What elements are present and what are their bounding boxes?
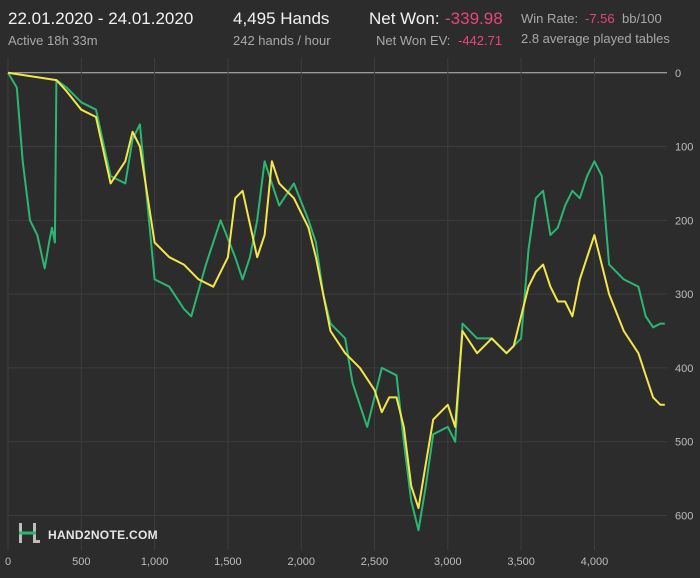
y-tick-label: 100 xyxy=(675,142,693,154)
win-rate-value: -7.56 xyxy=(585,11,615,26)
x-tick-label: 2,000 xyxy=(287,556,315,568)
y-tick-label: 500 xyxy=(675,437,693,449)
x-tick-label: 3,500 xyxy=(507,556,535,568)
profit-chart: 0 100 200 300 400 500 600 0 500 1,000 1,500 2,000 2,… xyxy=(5,58,693,568)
profit-graph: 0 100 200 300 400 500 600 0 500 1,000 1,500 2,000 2,… xyxy=(0,58,700,578)
x-tick-label: 4,000 xyxy=(581,556,609,568)
x-tick-label: 2,500 xyxy=(361,556,389,568)
hands-per-hour: 242 hands / hour xyxy=(233,33,331,48)
y-tick-label: 400 xyxy=(675,363,693,375)
active-time: Active 18h 33m xyxy=(8,33,98,48)
y-tick-label: 300 xyxy=(675,289,693,301)
average-tables: 2.8 average played tables xyxy=(521,31,670,46)
net-won-ev-label: Net Won EV: xyxy=(376,33,451,48)
hand2note-logo-icon xyxy=(19,523,40,543)
net-won-value: -339.98 xyxy=(445,9,503,28)
net-won-label: Net Won: xyxy=(369,9,440,28)
hand2note-logo: HAND2NOTE.COM xyxy=(18,522,168,550)
x-tick-label: 3,000 xyxy=(434,556,462,568)
x-tick-label: 1,500 xyxy=(214,556,242,568)
date-range: 22.01.2020 - 24.01.2020 xyxy=(8,9,194,28)
y-tick-label: 600 xyxy=(675,510,693,522)
win-rate-label: Win Rate: xyxy=(521,11,579,26)
net-won-line xyxy=(7,72,665,532)
net-won-ev-value: -442.71 xyxy=(458,33,503,48)
logo-text: HAND2NOTE.COM xyxy=(48,528,158,542)
stats-header: 22.01.2020 - 24.01.2020 Active 18h 33m 4… xyxy=(0,0,700,58)
ev-line xyxy=(7,71,665,510)
y-tick-label: 200 xyxy=(675,215,693,227)
y-tick-label: 0 xyxy=(675,68,681,80)
win-rate-unit: bb/100 xyxy=(622,11,662,26)
hands-count: 4,495 Hands xyxy=(233,9,330,28)
x-tick-label: 500 xyxy=(72,556,90,568)
x-tick-label: 0 xyxy=(5,556,11,568)
x-tick-label: 1,000 xyxy=(141,556,169,568)
